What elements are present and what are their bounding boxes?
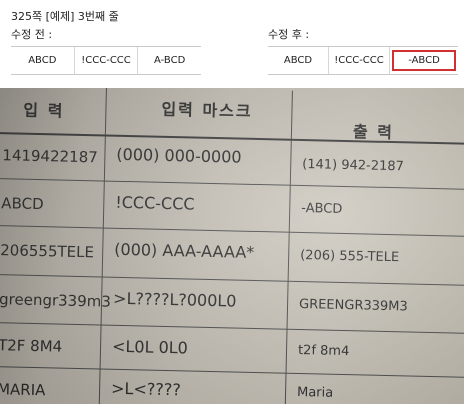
input-cell: T2F 8M4 (0, 336, 63, 356)
output-cell: -ABCD (301, 201, 343, 217)
input-cell: MARIA (0, 380, 46, 400)
before-cell-output: A-BCD (154, 55, 186, 66)
before-label: 수정 전 : (11, 28, 53, 41)
mask-cell: >L<???? (110, 378, 182, 400)
after-label: 수정 후 : (268, 28, 310, 41)
input-cell: ABCD (1, 194, 44, 214)
output-cell: (141) 942-2187 (302, 157, 405, 175)
mask-cell: <L0L 0L0 (111, 336, 189, 358)
header-mask: 입력 마스크 (161, 99, 253, 121)
mask-cell: !CCC-CCC (115, 192, 195, 214)
input-cell: greengr339m3 (0, 290, 112, 311)
before-row: ABCD !CCC-CCC A-BCD (11, 46, 201, 75)
after-cell-mask: !CCC-CCC (329, 47, 390, 74)
input-cell: 1419422187 (2, 146, 99, 167)
before-cell-input: ABCD (11, 47, 75, 74)
output-cell: t2f 8m4 (297, 342, 350, 360)
after-cell-input: ABCD (268, 47, 329, 74)
after-row: ABCD !CCC-CCC -ABCD (268, 46, 458, 75)
book-photo: 입 력 입력 마스크 출 력 1419422187 (000) 000-0000… (0, 88, 464, 404)
output-cell: Maria (296, 384, 334, 401)
mask-cell: (000) AAA-AAAA* (114, 239, 255, 262)
mask-cell: (000) 000-0000 (116, 144, 242, 167)
input-mask-table: 입 력 입력 마스크 출 력 1419422187 (000) 000-0000… (0, 88, 464, 404)
mask-cell: >L????L?000L0 (112, 288, 237, 311)
before-cell-mask: !CCC-CCC (75, 47, 139, 74)
erratum-page: 325쪽 [예제] 3번째 줄 수정 전 : 수정 후 : ABCD !CCC-… (0, 0, 464, 404)
after-cell-output-highlighted: -ABCD (392, 50, 456, 71)
input-cell: 206555TELE (0, 241, 95, 262)
header-input: 입 력 (23, 100, 65, 121)
page-title: 325쪽 [예제] 3번째 줄 (11, 10, 119, 23)
output-cell: GREENGR339M3 (298, 296, 408, 315)
output-cell: (206) 555-TELE (300, 247, 400, 266)
